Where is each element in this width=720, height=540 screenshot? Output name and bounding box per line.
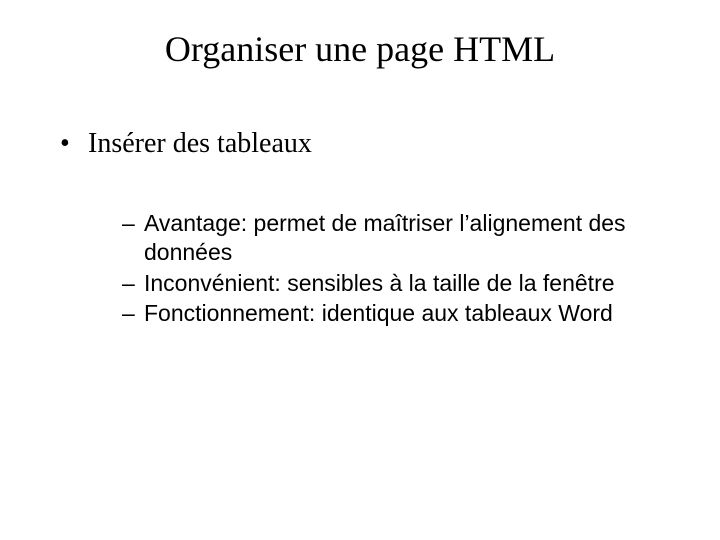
bullet-level-2: Fonctionnement: identique aux tableaux W… — [122, 299, 670, 328]
bullet-level-1: Insérer des tableaux — [60, 126, 670, 161]
slide-title: Organiser une page HTML — [0, 0, 720, 70]
bullet-level-2: Avantage: permet de maîtriser l’aligneme… — [122, 209, 670, 267]
bullet-level-2: Inconvénient: sensibles à la taille de l… — [122, 269, 670, 298]
bullet-level-2-group: Avantage: permet de maîtriser l’aligneme… — [60, 161, 670, 328]
slide-body: Insérer des tableaux Avantage: permet de… — [0, 70, 720, 328]
slide: Organiser une page HTML Insérer des tabl… — [0, 0, 720, 540]
